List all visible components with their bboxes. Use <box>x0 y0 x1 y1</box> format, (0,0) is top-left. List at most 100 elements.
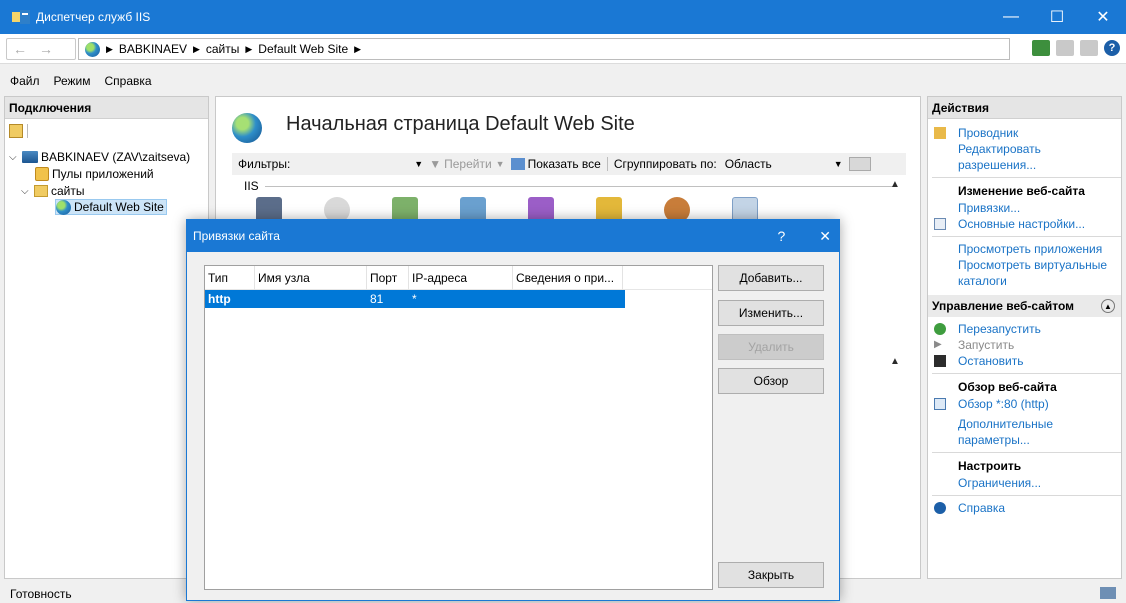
close-button[interactable]: ✕ <box>1080 0 1126 34</box>
section-browse-site: Обзор веб-сайта <box>958 380 1057 394</box>
column-ip[interactable]: IP-адреса <box>409 265 513 290</box>
tree-label-site: Default Web Site <box>74 200 164 214</box>
new-connection-icon[interactable] <box>9 124 23 138</box>
dialog-title: Привязки сайта <box>193 229 280 243</box>
collapse-up-icon[interactable]: ▲ <box>890 356 900 367</box>
settings-icon <box>934 218 946 230</box>
menu-view[interactable]: Режим <box>54 74 91 88</box>
chevron-right-icon: ▶ <box>245 43 253 54</box>
show-all-button[interactable]: Показать все <box>528 157 601 171</box>
chevron-right-icon: ▶ <box>192 43 200 54</box>
connections-title: Подключения <box>5 97 208 119</box>
tree-item-default-site[interactable]: Default Web Site <box>55 199 167 215</box>
cell-type: http <box>208 292 231 306</box>
site-bindings-dialog: Привязки сайта ? ✕ Тип Имя узла Порт IP-… <box>186 219 840 601</box>
cell-ip: * <box>412 292 417 306</box>
action-limits[interactable]: Ограничения... <box>928 475 1121 491</box>
dialog-title-bar: Привязки сайта <box>187 220 839 252</box>
help-icon <box>934 502 946 514</box>
view-mode-icon[interactable] <box>848 157 871 171</box>
column-host[interactable]: Имя узла <box>255 265 367 290</box>
action-view-vdirs[interactable]: Просмотреть виртуальные каталоги <box>928 257 1121 289</box>
column-type[interactable]: Тип <box>205 265 255 290</box>
action-advanced[interactable]: Дополнительные параметры... <box>928 416 1121 448</box>
group-by-select[interactable]: Область ▼ <box>721 155 847 173</box>
minimize-button[interactable]: — <box>988 0 1034 34</box>
tree-item-app-pools[interactable]: Пулы приложений <box>35 166 154 182</box>
restart-icon <box>934 323 946 335</box>
address-bar: ← → ▶ BABKINAEV ▶ сайты ▶ Default Web Si… <box>0 34 1126 64</box>
folder-icon <box>934 127 946 139</box>
filter-label: Фильтры: <box>238 157 291 171</box>
menu-file[interactable]: Файл <box>10 74 40 88</box>
dialog-close-button[interactable]: ✕ <box>819 228 831 245</box>
action-view-apps[interactable]: Просмотреть приложения <box>928 241 1121 257</box>
bindings-table[interactable]: Тип Имя узла Порт IP-адреса Сведения о п… <box>204 265 713 590</box>
column-port[interactable]: Порт <box>367 265 409 290</box>
actions-title: Действия <box>928 97 1121 119</box>
globe-icon <box>232 113 262 143</box>
breadcrumb[interactable]: ▶ BABKINAEV ▶ сайты ▶ Default Web Site ▶ <box>78 38 1010 60</box>
action-stop[interactable]: Остановить <box>928 353 1121 369</box>
collapse-up-icon[interactable]: ▲ <box>890 179 900 190</box>
cell-port: 81 <box>370 292 384 306</box>
action-browse-80[interactable]: Обзор *:80 (http) <box>928 396 1121 412</box>
globe-icon <box>56 199 71 215</box>
forward-arrow-icon[interactable]: → <box>33 38 59 60</box>
back-arrow-icon[interactable]: ← <box>7 38 33 60</box>
server-icon <box>22 151 38 163</box>
folder-icon <box>34 185 48 197</box>
chevron-right-icon: ▶ <box>106 43 113 54</box>
stop-icon[interactable] <box>1056 40 1074 56</box>
go-button[interactable]: Перейти <box>444 157 492 171</box>
table-row[interactable]: http 81 * <box>205 290 625 308</box>
action-edit-permissions[interactable]: Редактировать разрешения... <box>928 141 1121 173</box>
action-start[interactable]: ▶ Запустить <box>928 337 1121 353</box>
table-header: Тип Имя узла Порт IP-адреса Сведения о п… <box>205 265 712 290</box>
menu-help[interactable]: Справка <box>105 74 152 88</box>
action-bindings[interactable]: Привязки... <box>928 200 1121 216</box>
maximize-button[interactable]: ☐ <box>1034 0 1080 34</box>
remove-button[interactable]: Удалить <box>718 334 824 360</box>
go-dropdown-arrow-icon[interactable]: ▼ <box>496 159 505 169</box>
funnel-icon: ▼ <box>429 157 442 171</box>
action-basic-settings[interactable]: Основные настройки... <box>928 216 1121 232</box>
action-help[interactable]: Справка <box>928 500 1121 516</box>
collapse-circle-icon[interactable]: ▲ <box>1101 299 1115 313</box>
actions-pane: Действия Проводник Редактировать разреше… <box>927 96 1122 579</box>
close-dialog-button[interactable]: Закрыть <box>718 562 824 588</box>
title-bar: Диспетчер служб IIS — ☐ ✕ <box>0 0 1126 34</box>
filter-bar: Фильтры: ▼ ▼ Перейти ▼ Показать все Сгру… <box>232 153 906 175</box>
tree-item-server[interactable]: ⌵ BABKINAEV (ZAV\zaitseva) <box>9 149 190 165</box>
section-header-iis[interactable]: IIS <box>244 179 894 193</box>
page-title: Начальная страница Default Web Site <box>286 113 635 135</box>
play-icon: ▶ <box>934 339 942 350</box>
tree-item-sites[interactable]: ⌵ сайты <box>21 183 85 199</box>
edit-button[interactable]: Изменить... <box>718 300 824 326</box>
add-button[interactable]: Добавить... <box>718 265 824 291</box>
browse-button[interactable]: Обзор <box>718 368 824 394</box>
tree-label-sites: сайты <box>51 184 85 198</box>
breadcrumb-sites[interactable]: сайты <box>206 42 240 56</box>
filter-input[interactable] <box>294 155 414 173</box>
dialog-help-button[interactable]: ? <box>777 228 785 244</box>
status-text: Готовность <box>10 586 72 601</box>
section-manage-site[interactable]: Управление веб-сайтом ▲ <box>928 295 1121 317</box>
refresh-icon[interactable] <box>1032 40 1050 56</box>
iis-manager-icon <box>12 10 30 24</box>
nav-buttons: ← → <box>6 38 76 60</box>
help-icon[interactable]: ? <box>1104 40 1120 56</box>
group-by-value: Область <box>724 157 772 171</box>
action-restart[interactable]: Перезапустить <box>928 321 1121 337</box>
column-info[interactable]: Сведения о при... <box>513 265 623 290</box>
chevron-down-icon[interactable]: ⌵ <box>21 186 31 197</box>
filter-dropdown-arrow-icon[interactable]: ▼ <box>414 159 423 169</box>
breadcrumb-site[interactable]: Default Web Site <box>258 42 348 56</box>
home-icon[interactable] <box>1080 40 1098 56</box>
breadcrumb-server[interactable]: BABKINAEV <box>119 42 187 56</box>
chevron-down-icon[interactable]: ⌵ <box>9 152 19 163</box>
browse-icon <box>934 398 946 410</box>
chevron-right-icon: ▶ <box>354 43 362 54</box>
window-title: Диспетчер служб IIS <box>36 10 151 24</box>
action-explore[interactable]: Проводник <box>928 125 1121 141</box>
